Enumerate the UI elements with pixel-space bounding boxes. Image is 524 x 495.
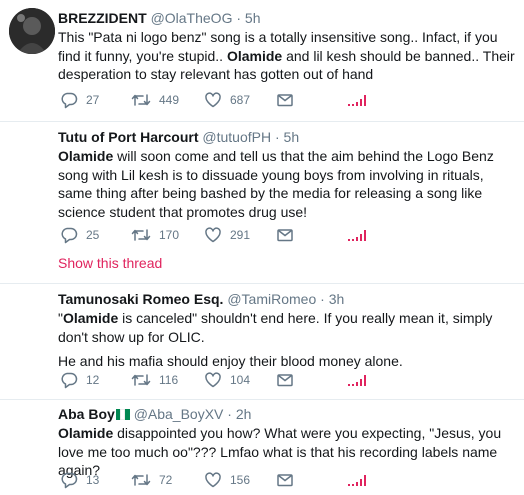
analytics-button[interactable] [347, 471, 367, 489]
analytics-button[interactable] [347, 91, 367, 109]
analytics-button[interactable] [347, 226, 367, 244]
timestamp[interactable]: 2h [236, 406, 252, 422]
like-button[interactable]: 156 [204, 471, 250, 489]
tweet-actions: 13 72 156 [0, 471, 524, 491]
tweet-actions: 12 116 104 [0, 371, 524, 391]
reply-icon [60, 471, 78, 489]
tweet[interactable]: Aba Boy @Aba_BoyXV · 2h Olamide disappoi… [0, 399, 524, 495]
analytics-icon [347, 226, 367, 244]
retweet-button[interactable]: 170 [131, 226, 179, 244]
user-handle[interactable]: @OlaTheOG [151, 10, 233, 26]
separator-dot: · [320, 291, 325, 307]
tweet-actions: 27 449 687 [0, 91, 524, 111]
tweet-header: Aba Boy @Aba_BoyXV · 2h [58, 405, 516, 423]
tweet[interactable]: Tutu of Port Harcourt @tutuofPH · 5h Ola… [0, 121, 524, 284]
nigeria-flag-icon [115, 406, 130, 420]
retweet-count: 170 [159, 228, 180, 242]
heart-icon [204, 226, 222, 244]
direct-message-icon [276, 91, 294, 109]
separator-dot: · [236, 10, 242, 26]
reply-button[interactable]: 12 [60, 371, 99, 389]
reply-icon [60, 226, 78, 244]
direct-message-button[interactable] [276, 471, 294, 489]
avatar[interactable] [9, 8, 55, 54]
tweet-text-mention: Olamide [226, 47, 283, 64]
display-name[interactable]: Tamunosaki Romeo Esq. [58, 291, 223, 307]
like-count: 291 [230, 228, 251, 242]
tweet-header: Tamunosaki Romeo Esq. @TamiRomeo · 3h [58, 290, 516, 308]
reply-icon [60, 371, 78, 389]
tweet-text-line: He and his mafia should enjoy their bloo… [58, 353, 403, 369]
display-name[interactable]: BREZZIDENT [58, 10, 147, 26]
avatar[interactable] [9, 405, 55, 451]
direct-message-icon [276, 471, 294, 489]
retweet-icon [131, 371, 151, 389]
separator-dot: · [227, 406, 232, 422]
reply-button[interactable]: 27 [60, 91, 99, 109]
display-name[interactable]: Aba Boy [58, 406, 115, 422]
analytics-icon [347, 471, 367, 489]
reply-count: 12 [86, 373, 100, 387]
tweet-actions: 25 170 291 [0, 226, 524, 246]
tweet-text-mention: Olamide [58, 425, 114, 441]
separator-dot: · [274, 129, 280, 145]
avatar[interactable] [9, 289, 55, 335]
reply-button[interactable]: 25 [60, 226, 99, 244]
tweet[interactable]: BREZZIDENT @OlaTheOG · 5h This "Pata ni … [0, 0, 524, 122]
user-handle[interactable]: @TamiRomeo [227, 291, 316, 307]
heart-icon [204, 91, 222, 109]
retweet-button[interactable]: 449 [131, 91, 179, 109]
like-count: 104 [230, 373, 251, 387]
heart-icon [204, 371, 222, 389]
user-handle[interactable]: @tutuofPH [202, 129, 271, 145]
tweet-text-mention: Olamide [62, 310, 119, 326]
retweet-icon [131, 471, 151, 489]
tweet-header: Tutu of Port Harcourt @tutuofPH · 5h [58, 128, 516, 146]
timestamp[interactable]: 3h [329, 291, 345, 307]
like-button[interactable]: 291 [204, 226, 250, 244]
tweet-text-segment: will soon come and tell us that the aim … [58, 148, 494, 220]
direct-message-icon [276, 371, 294, 389]
reply-button[interactable]: 13 [60, 471, 99, 489]
display-name[interactable]: Tutu of Port Harcourt [58, 129, 199, 145]
tweet-text: Olamide will soon come and tell us that … [58, 147, 516, 221]
heart-icon [204, 471, 222, 489]
direct-message-button[interactable] [276, 371, 294, 389]
retweet-button[interactable]: 72 [131, 471, 172, 489]
direct-message-icon [276, 226, 294, 244]
like-count: 156 [230, 473, 251, 487]
reply-count: 27 [86, 93, 100, 107]
user-handle[interactable]: @Aba_BoyXV [134, 406, 224, 422]
direct-message-button[interactable] [276, 226, 294, 244]
tweet-text-mention: Olamide [58, 148, 114, 164]
tweet-header: BREZZIDENT @OlaTheOG · 5h [58, 9, 516, 27]
timestamp[interactable]: 5h [284, 129, 300, 145]
like-count: 687 [230, 93, 251, 107]
retweet-count: 449 [159, 93, 180, 107]
retweet-count: 116 [159, 373, 179, 387]
retweet-icon [131, 226, 151, 244]
analytics-icon [347, 371, 367, 389]
retweet-count: 72 [159, 473, 173, 487]
timestamp[interactable]: 5h [245, 10, 261, 26]
retweet-button[interactable]: 116 [131, 371, 178, 389]
reply-count: 13 [86, 473, 100, 487]
tweet-text: "Olamide is canceled" shouldn't end here… [58, 309, 516, 346]
tweet[interactable]: Tamunosaki Romeo Esq. @TamiRomeo · 3h "O… [0, 283, 524, 400]
analytics-button[interactable] [347, 371, 367, 389]
reply-count: 25 [86, 228, 100, 242]
reply-icon [60, 91, 78, 109]
avatar[interactable] [9, 127, 55, 173]
like-button[interactable]: 104 [204, 371, 250, 389]
like-button[interactable]: 687 [204, 91, 250, 109]
retweet-icon [131, 91, 151, 109]
tweet-text: This "Pata ni logo benz" song is a total… [58, 28, 516, 84]
direct-message-button[interactable] [276, 91, 294, 109]
show-thread-link[interactable]: Show this thread [58, 255, 162, 271]
analytics-icon [347, 91, 367, 109]
tweet-text-segment: is canceled" shouldn't end here. If you … [58, 310, 493, 345]
